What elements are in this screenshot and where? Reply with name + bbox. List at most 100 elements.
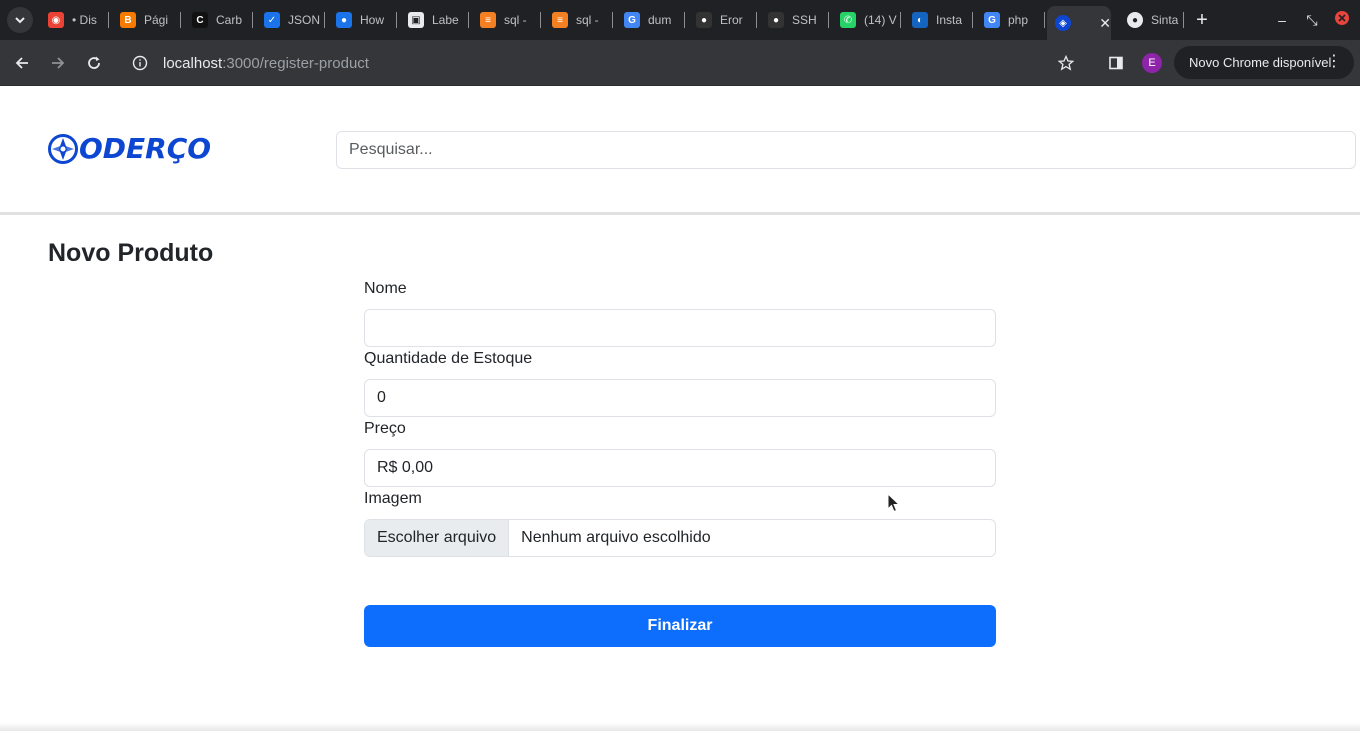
tab-title: Insta bbox=[936, 13, 963, 27]
tab-6[interactable]: ≡ sql - bbox=[472, 6, 544, 34]
tab-12[interactable]: ◐ Insta bbox=[904, 6, 976, 34]
tab-1[interactable]: B Pági bbox=[112, 6, 184, 34]
star-icon bbox=[1058, 55, 1074, 71]
name-field-group: Nome bbox=[364, 277, 996, 347]
whatsapp-icon: ✆ bbox=[840, 12, 856, 28]
back-button[interactable] bbox=[10, 51, 34, 75]
tab-10[interactable]: ● SSH bbox=[760, 6, 832, 34]
oderco-logo-icon bbox=[48, 134, 78, 164]
brand-logo[interactable]: ODERÇO bbox=[48, 134, 240, 164]
tab-title: How bbox=[360, 13, 385, 27]
minimize-button[interactable]: – bbox=[1272, 10, 1292, 30]
stackoverflow-icon: ≡ bbox=[552, 12, 568, 28]
tab-separator bbox=[540, 12, 541, 28]
tab-active[interactable]: ◈ ✕ bbox=[1047, 6, 1111, 40]
check-icon: ✓ bbox=[264, 12, 280, 28]
tab-9[interactable]: ● Eror bbox=[688, 6, 760, 34]
github-icon: ● bbox=[1127, 12, 1143, 28]
google-icon: G bbox=[984, 12, 1000, 28]
search-input[interactable] bbox=[336, 131, 1356, 169]
chrome-icon: ◉ bbox=[48, 12, 64, 28]
header-divider bbox=[0, 212, 1360, 215]
tab-title: Sinta bbox=[1151, 13, 1179, 27]
price-input[interactable] bbox=[364, 449, 996, 487]
tab-title: php bbox=[1008, 13, 1029, 27]
tab-4[interactable]: ● How bbox=[328, 6, 400, 34]
mouse-cursor-icon bbox=[887, 493, 901, 513]
stackoverflow-icon: ≡ bbox=[480, 12, 496, 28]
page-content: ODERÇO Novo Produto Nome Quantidade de E… bbox=[0, 87, 1360, 731]
restore-button[interactable]: ⤡ bbox=[1302, 10, 1322, 30]
arrow-right-icon bbox=[52, 57, 65, 69]
stock-label: Quantidade de Estoque bbox=[364, 350, 533, 367]
bookmark-button[interactable] bbox=[1054, 51, 1078, 75]
browser-toolbar: localhost:3000/register-product E Novo C… bbox=[0, 40, 1360, 86]
reload-button[interactable] bbox=[82, 51, 106, 75]
chevron-down-icon bbox=[15, 17, 25, 24]
new-tab-button[interactable]: + bbox=[1192, 10, 1212, 30]
price-field-group: Preço bbox=[364, 417, 996, 487]
tab-separator bbox=[972, 12, 973, 28]
tab-separator bbox=[612, 12, 613, 28]
tab-separator bbox=[252, 12, 253, 28]
chrome-update-button[interactable]: Novo Chrome disponível ⋮ bbox=[1174, 46, 1354, 79]
github-icon: ● bbox=[768, 12, 784, 28]
tab-title: SSH bbox=[792, 13, 817, 27]
submit-button[interactable]: Finalizar bbox=[364, 605, 996, 647]
tab-0[interactable]: ◉ • Dis bbox=[40, 6, 112, 34]
box-icon: ▣ bbox=[408, 12, 424, 28]
reload-icon bbox=[88, 56, 100, 69]
choose-file-button[interactable]: Escolher arquivo bbox=[365, 520, 510, 556]
tab-3[interactable]: ✓ JSON bbox=[256, 6, 328, 34]
logo-text: ODERÇO bbox=[79, 132, 212, 165]
tab-title: Labe bbox=[432, 13, 459, 27]
page-bottom-edge bbox=[0, 723, 1360, 731]
forward-button[interactable] bbox=[46, 51, 70, 75]
info-icon[interactable] bbox=[132, 55, 148, 71]
tab-13[interactable]: Gphp bbox=[976, 6, 1048, 34]
tab-title: Carb bbox=[216, 13, 243, 27]
stock-input[interactable] bbox=[364, 379, 996, 417]
insta-icon: ◐ bbox=[912, 12, 928, 28]
name-input[interactable] bbox=[364, 309, 996, 347]
tab-separator bbox=[1044, 12, 1045, 28]
tab-5[interactable]: ▣ Labe bbox=[400, 6, 472, 34]
image-file-input[interactable]: Escolher arquivo Nenhum arquivo escolhid… bbox=[364, 519, 996, 557]
tab-8[interactable]: Gdum bbox=[616, 6, 688, 34]
browser-tab-strip: ◉ • Dis B Pági C Carb ✓ JSON ● How ▣ Labe ≡ sql - ≡ sql… bbox=[0, 0, 1360, 40]
tab-11[interactable]: ✆ (14) V bbox=[832, 6, 904, 34]
profile-avatar[interactable]: E bbox=[1142, 53, 1162, 73]
tab-separator bbox=[900, 12, 901, 28]
tab-last[interactable]: ● Sinta bbox=[1119, 6, 1191, 34]
url-text: localhost:3000/register-product bbox=[163, 55, 369, 72]
tab-close-icon[interactable]: ✕ bbox=[1099, 15, 1111, 32]
tab-separator bbox=[828, 12, 829, 28]
arrow-left-icon bbox=[15, 57, 28, 69]
tab-2[interactable]: C Carb bbox=[184, 6, 256, 34]
tab-separator bbox=[180, 12, 181, 28]
tab-separator bbox=[684, 12, 685, 28]
image-field-group: Imagem Escolher arquivo Nenhum arquivo e… bbox=[364, 487, 996, 557]
side-panel-icon bbox=[1109, 56, 1123, 70]
side-panel-button[interactable] bbox=[1104, 51, 1128, 75]
close-window-button[interactable] bbox=[1332, 10, 1352, 30]
tab-separator bbox=[468, 12, 469, 28]
file-status-text: Nenhum arquivo escolhido bbox=[521, 529, 711, 546]
url-path: :3000/register-product bbox=[222, 54, 369, 72]
close-icon bbox=[1335, 11, 1349, 25]
update-label: Novo Chrome disponível bbox=[1189, 55, 1332, 70]
tab-title: sql - bbox=[576, 13, 599, 27]
tab-separator bbox=[108, 12, 109, 28]
dot-icon: ● bbox=[336, 12, 352, 28]
oderco-favicon-icon: ◈ bbox=[1055, 15, 1071, 31]
address-bar[interactable]: localhost:3000/register-product bbox=[120, 46, 1090, 80]
carbon-icon: C bbox=[192, 12, 208, 28]
tab-7[interactable]: ≡ sql - bbox=[544, 6, 616, 34]
image-label: Imagem bbox=[364, 490, 422, 507]
page-title: Novo Produto bbox=[48, 239, 214, 267]
tab-title: (14) V bbox=[864, 13, 897, 27]
name-label: Nome bbox=[364, 280, 407, 297]
tab-search-button[interactable] bbox=[7, 7, 33, 33]
kebab-menu-icon[interactable]: ⋮ bbox=[1326, 54, 1342, 70]
tab-separator bbox=[756, 12, 757, 28]
